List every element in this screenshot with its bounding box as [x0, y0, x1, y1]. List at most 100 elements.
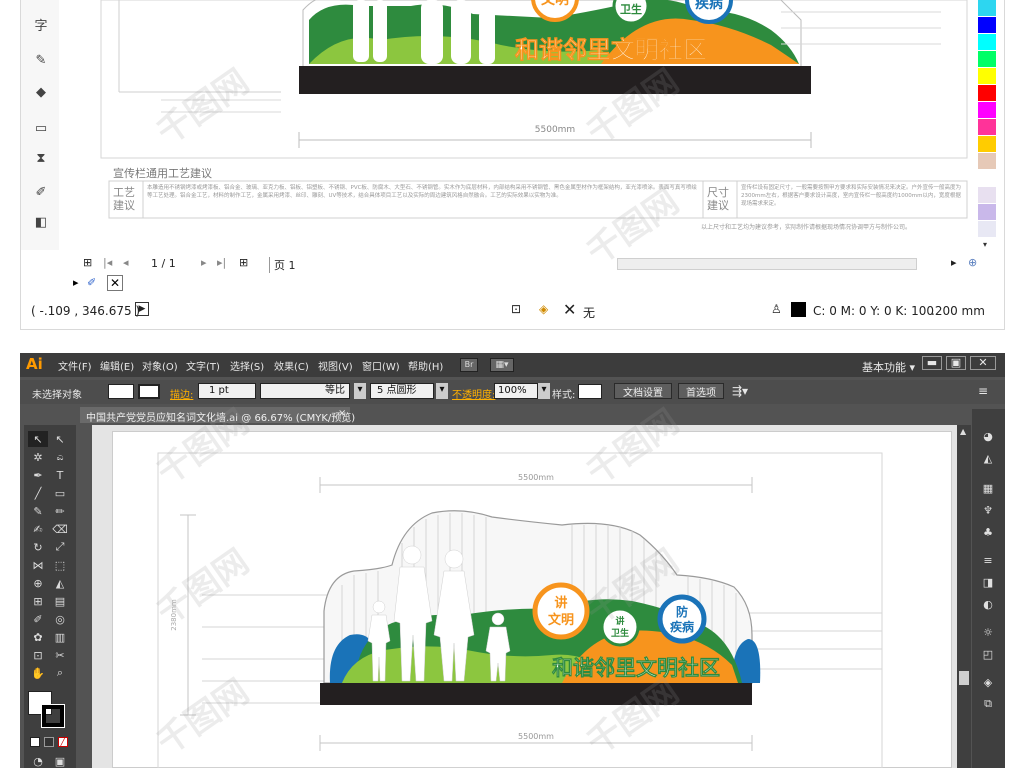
brush-definition[interactable]: 5 点圆形 [370, 383, 434, 399]
fill-tool-icon[interactable]: ◆ [29, 80, 53, 104]
eyedropper-icon[interactable]: ✐ [87, 276, 96, 289]
gradient-mode-icon[interactable] [44, 737, 54, 747]
document-tab[interactable]: 中国共产党党员应知名词文化墙.ai @ 66.67% (CMYK/预览) × [80, 407, 355, 424]
paintbrush-tool-icon[interactable]: ✎ [28, 503, 48, 519]
zoom-tool-icon[interactable]: ⌕ [50, 665, 70, 681]
fill-bucket-icon[interactable]: ◈ [539, 302, 548, 316]
opacity-label[interactable]: 不透明度: [452, 386, 495, 401]
scroll-up-icon[interactable]: ▲ [960, 427, 966, 436]
page-tab[interactable]: 页 1 [269, 257, 296, 273]
stroke-panel-icon[interactable]: ≡ [980, 553, 996, 567]
color-panel-icon[interactable]: ◕ [980, 429, 996, 443]
appearance-panel-icon[interactable]: ☼ [980, 625, 996, 639]
eraser-tool-icon[interactable]: ⌫ [50, 521, 70, 537]
workspace-switcher[interactable]: 基本功能 ▾ [862, 359, 915, 375]
menu-object[interactable]: 对象(O) [142, 358, 178, 373]
palette-swatch[interactable] [978, 0, 996, 17]
pencil-tool-icon[interactable]: ✏ [50, 503, 70, 519]
transparency-tool-icon[interactable]: ⧗ [29, 146, 53, 170]
blend-tool-icon[interactable]: ◎ [50, 611, 70, 627]
rectangle-tool-icon[interactable]: ▭ [50, 485, 70, 501]
artboard-tool-icon[interactable]: ⊡ [28, 647, 48, 663]
mesh-tool-icon[interactable]: ⊞ [28, 593, 48, 609]
play-icon[interactable]: ▶ [135, 302, 149, 316]
symbols-panel-icon[interactable]: ♣ [980, 525, 996, 539]
palette-swatch[interactable] [978, 119, 996, 136]
scale-tool-icon[interactable]: ⤢ [50, 539, 70, 555]
perspective-grid-icon[interactable]: ◭ [50, 575, 70, 591]
palette-swatch[interactable] [978, 51, 996, 68]
layers-panel-icon[interactable]: ◈ [980, 675, 996, 689]
pen-tool-icon[interactable]: ✎ [29, 48, 53, 72]
scroll-right-icon[interactable]: ▸ [951, 256, 957, 269]
maximize-icon[interactable]: ▣ [946, 356, 966, 370]
palette-swatch[interactable] [978, 153, 996, 170]
stroke-weight-input[interactable]: 1 pt [198, 383, 256, 399]
bridge-button[interactable]: Br [460, 358, 478, 372]
swatches-panel-icon[interactable]: ▦ [980, 481, 996, 495]
control-panel-menu-icon[interactable]: ≡ [978, 384, 988, 398]
document-setup-button[interactable]: 文档设置 [614, 383, 672, 399]
gradient-panel-icon[interactable]: ◨ [980, 575, 996, 589]
last-page-icon[interactable]: ▸| [217, 256, 226, 269]
shape-builder-icon[interactable]: ⊕ [28, 575, 48, 591]
menu-effect[interactable]: 效果(C) [274, 358, 309, 373]
palette-scroll-down-icon[interactable]: ▾ [983, 240, 987, 249]
none-mode-icon[interactable]: ╱ [58, 737, 68, 747]
fill-swatch[interactable] [108, 384, 134, 399]
palette-swatch[interactable] [978, 34, 996, 51]
graphic-style-swatch[interactable] [578, 384, 602, 399]
next-page-icon[interactable]: ▸ [201, 256, 207, 269]
stroke-label[interactable]: 描边: [170, 386, 193, 401]
add-page-icon[interactable]: ⊞ [239, 256, 248, 269]
preferences-button[interactable]: 首选项 [678, 383, 724, 399]
palette-swatch[interactable] [978, 17, 996, 34]
prev-page-icon[interactable]: ◂ [123, 256, 129, 269]
color-palette[interactable] [978, 0, 996, 250]
text-tool-icon[interactable]: 字 [29, 12, 53, 36]
menu-window[interactable]: 窗口(W) [362, 358, 400, 373]
zoom-icon[interactable]: ⊕ [968, 256, 977, 269]
rectangle-tool-icon[interactable]: ▭ [29, 116, 53, 140]
menu-help[interactable]: 帮助(H) [408, 358, 443, 373]
magic-wand-icon[interactable]: ✲ [28, 449, 48, 465]
close-tab-icon[interactable]: × [338, 408, 346, 419]
line-tool-icon[interactable]: ╱ [28, 485, 48, 501]
symbol-sprayer-icon[interactable]: ✿ [28, 629, 48, 645]
palette-swatch[interactable] [978, 85, 996, 102]
color-mode-icon[interactable] [30, 737, 40, 747]
color-guide-icon[interactable]: ◭ [980, 451, 996, 465]
menu-select[interactable]: 选择(S) [230, 358, 264, 373]
pen-outline-icon[interactable]: ♙ [771, 302, 782, 316]
first-page-icon[interactable]: ⊞ [83, 256, 92, 269]
scroll-thumb[interactable] [959, 671, 969, 685]
prev-first-icon[interactable]: |◂ [103, 256, 112, 269]
palette-swatch[interactable] [978, 102, 996, 119]
eyedropper-tool-icon[interactable]: ✐ [28, 611, 48, 627]
menu-view[interactable]: 视图(V) [318, 358, 353, 373]
artboards-panel-icon[interactable]: ⧉ [980, 697, 996, 711]
minimize-icon[interactable]: ▬ [922, 356, 942, 370]
brushes-panel-icon[interactable]: ♆ [980, 503, 996, 517]
palette-swatch[interactable] [978, 187, 996, 204]
width-tool-icon[interactable]: ⋈ [28, 557, 48, 573]
menu-edit[interactable]: 编辑(E) [100, 358, 134, 373]
gradient-tool-icon[interactable]: ▤ [50, 593, 70, 609]
direct-selection-tool-icon[interactable]: ↖ [50, 431, 70, 447]
fill-indicator-icon[interactable]: ⊡ [511, 302, 521, 316]
opacity-dropdown-icon[interactable]: ▾ [538, 383, 550, 399]
variable-width-profile[interactable]: 等比 [260, 383, 350, 399]
interactive-fill-icon[interactable]: ◧ [29, 210, 53, 234]
palette-swatch[interactable] [978, 68, 996, 85]
blob-brush-icon[interactable]: ✍ [28, 521, 48, 537]
slice-tool-icon[interactable]: ✂ [50, 647, 70, 663]
draw-mode-icon[interactable]: ◔ [28, 753, 48, 768]
pen-tool-icon[interactable]: ✒ [28, 467, 48, 483]
palette-swatch[interactable] [978, 136, 996, 153]
illustrator-canvas[interactable]: 5500mm 2380mm 讲 文明 讲 卫生 防 疾病 和谐邻里文明社区 55… [92, 425, 965, 768]
rotate-tool-icon[interactable]: ↻ [28, 539, 48, 555]
hand-tool-icon[interactable]: ✋ [28, 665, 48, 681]
palette-swatch[interactable] [978, 204, 996, 221]
profile-dropdown-icon[interactable]: ▾ [354, 383, 366, 399]
brush-dropdown-icon[interactable]: ▾ [436, 383, 448, 399]
